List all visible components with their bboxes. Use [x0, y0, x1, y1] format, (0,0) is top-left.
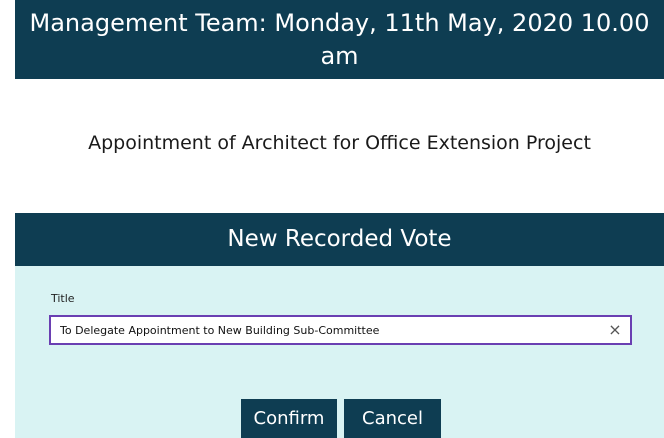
- new-recorded-vote-panel: New Recorded Vote Title × Confirm Cancel: [15, 213, 664, 438]
- title-input[interactable]: [51, 317, 601, 343]
- meeting-header: Management Team: Monday, 11th May, 2020 …: [15, 0, 664, 79]
- page: Management Team: Monday, 11th May, 2020 …: [0, 0, 664, 438]
- title-input-container: ×: [49, 315, 632, 345]
- title-field-label: Title: [51, 292, 75, 305]
- meeting-title-line-1: Management Team: Monday, 11th May, 2020 …: [29, 9, 650, 37]
- meeting-title-line-2: am: [320, 42, 359, 70]
- vote-panel-heading: New Recorded Vote: [15, 213, 664, 266]
- confirm-button[interactable]: Confirm: [241, 399, 337, 438]
- cancel-button[interactable]: Cancel: [344, 399, 441, 438]
- agenda-item-title: Appointment of Architect for Office Exte…: [88, 132, 591, 154]
- clear-icon[interactable]: ×: [608, 321, 622, 339]
